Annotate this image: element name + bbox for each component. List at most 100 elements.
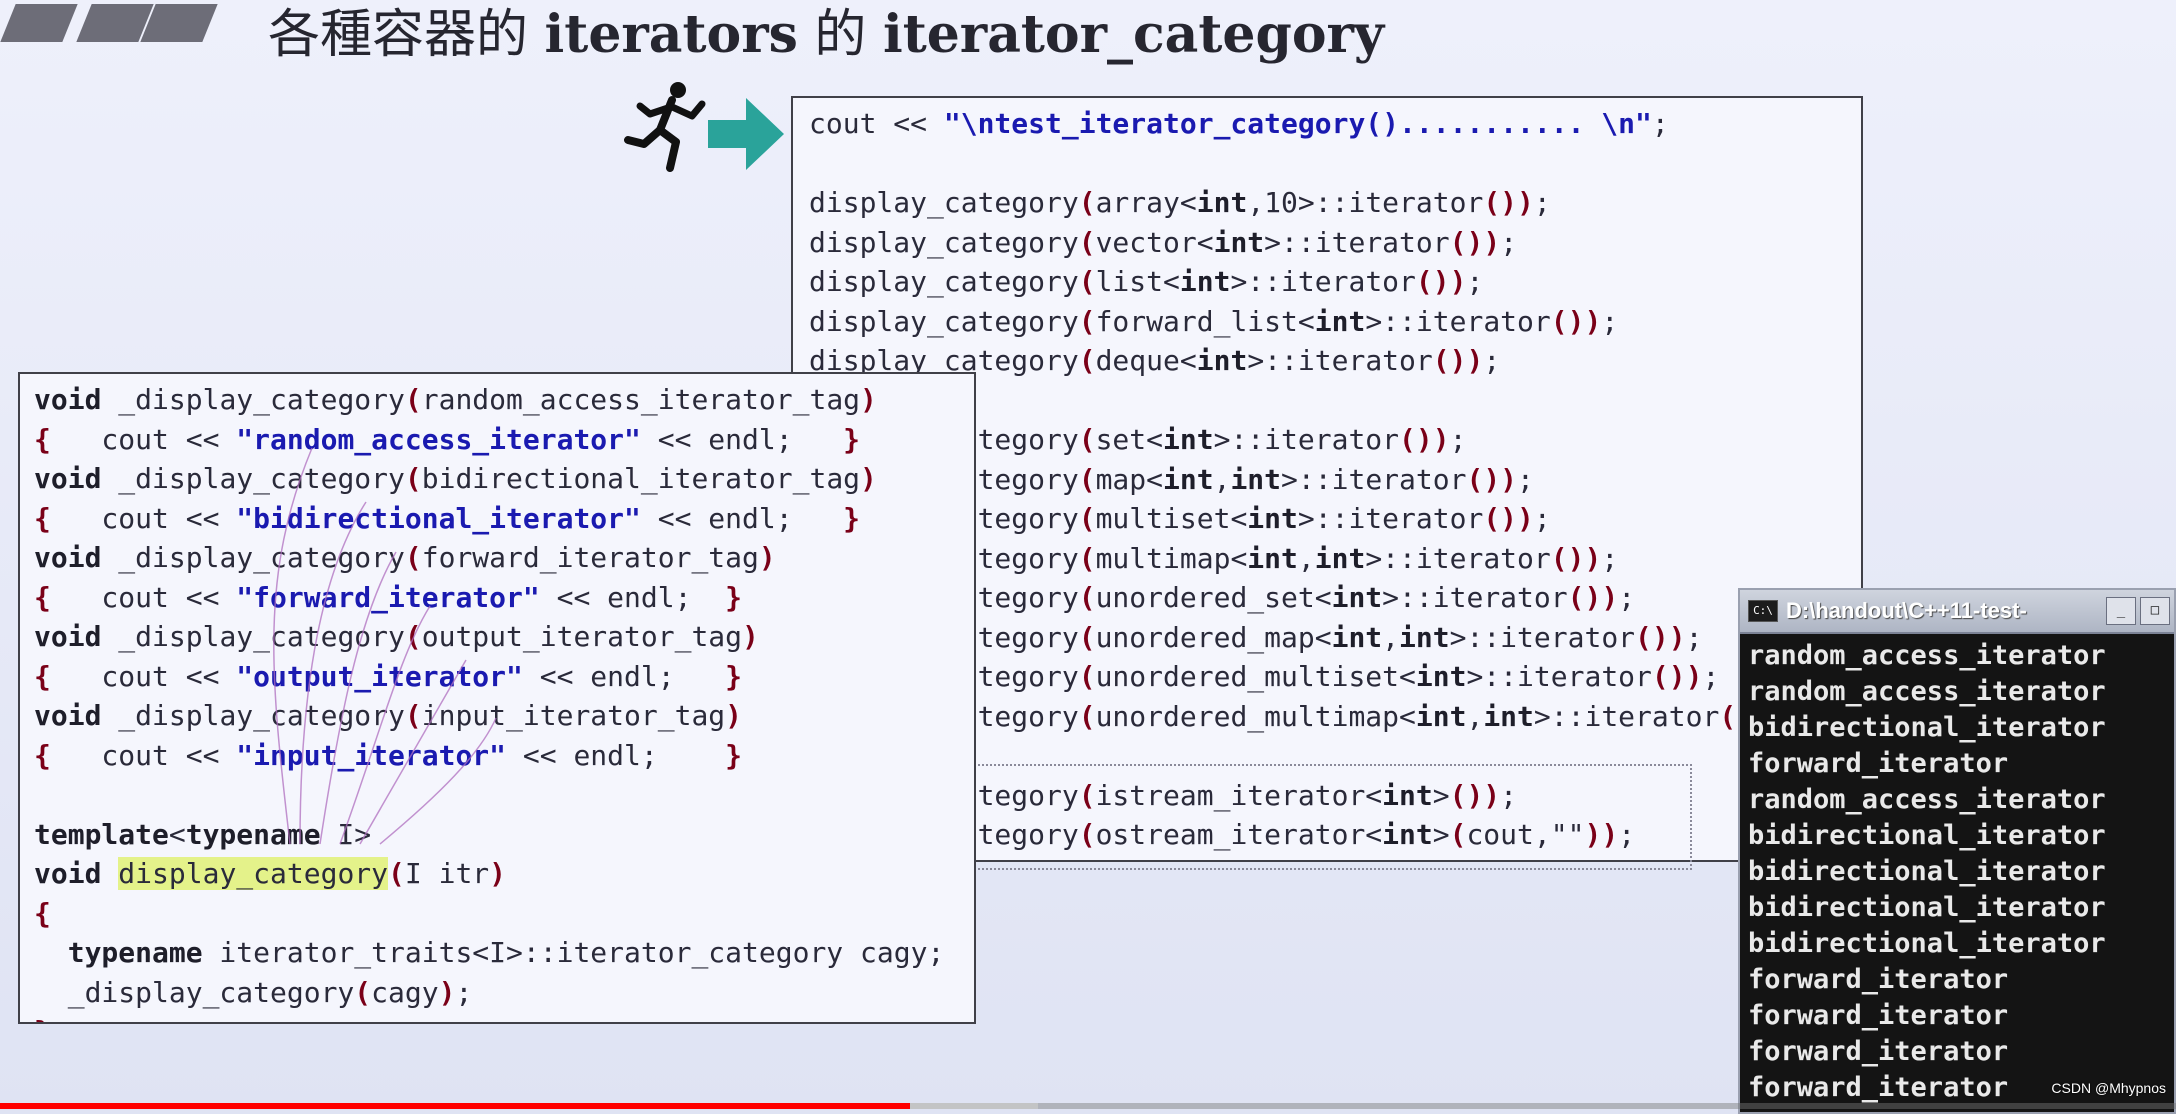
code-token: >::iterator [1382,581,1568,614]
code-token: ; [1685,620,1703,654]
code-token: random_access_iterator_tag [421,383,861,416]
code-token: "\ntest_iterator_category()........... \… [943,107,1652,140]
code-token: ( [1078,778,1096,812]
code-token: "random_access_iterator" [236,422,641,456]
code-token: ()) [1483,186,1534,219]
code-token: _display_category [34,975,355,1009]
code-token: void [34,383,102,416]
code-token: forward_list< [1095,304,1315,338]
code-token: list< [1095,265,1180,298]
code-token: cout << [50,501,237,535]
code-token: _display_category [101,462,405,495]
title-part: iterators [544,4,798,65]
code-token: >::iterator [1466,660,1652,693]
code-token: ( [404,699,422,732]
code-token: << endl; [640,422,844,456]
code-token: ( [1078,620,1096,654]
minimize-button[interactable]: _ [2106,597,2136,625]
code-token: int [1415,699,1467,733]
code-line: void _display_category(input_iterator_ta… [34,696,944,736]
code-token: int [1196,344,1248,377]
code-token: ( [1078,462,1096,496]
code-line: _display_category(cagy); [34,973,944,1013]
code-token: iterator_traits<I>::iterator_category ca… [202,936,945,969]
code-line: display_category(list<int>::iterator()); [809,262,1787,302]
code-line: { cout << "forward_iterator" << endl; } [34,578,944,618]
code-token: deque< [1095,344,1197,377]
code-token: ( [1078,423,1096,456]
code-token: "bidirectional_iterator" [236,501,641,535]
code-line: { [34,894,944,934]
code-token: ( [1078,344,1096,377]
code-line: void _display_category(output_iterator_t… [34,617,944,657]
code-token: ()) [1483,502,1534,535]
code-token: int [1314,304,1366,338]
header-decoration [140,4,218,42]
console-line: forward_iterator [1748,748,2009,779]
code-token: int [1247,541,1298,575]
code-token: ; [1651,107,1669,140]
code-token: int [1196,186,1248,219]
code-token: cout << [50,659,237,693]
code-token: >::iterator [1281,462,1467,496]
code-token: << endl; [522,659,726,693]
code-token: int [1247,502,1298,535]
code-token: >::iterator [1533,699,1720,733]
code-token: unordered_map< [1095,620,1332,654]
code-token: , [1297,541,1315,575]
code-token: cout << [809,107,944,140]
code-token: ; [455,975,473,1009]
code-token: ()) [1567,581,1619,614]
code-token: int [1331,581,1383,614]
console-title: D:\handout\C++11-test- [1786,598,2027,623]
code-token: ( [1078,581,1096,614]
code-token: ; [1533,502,1551,535]
code-token: ( [388,857,405,890]
code-line: display_category(array<int,10>::iterator… [809,183,1787,223]
code-token: int [1163,462,1214,496]
code-token: int [1213,225,1265,259]
code-token: forward_iterator_tag [421,541,759,574]
code-token: ; [1618,818,1636,851]
code-token: >::iterator [1297,502,1484,535]
console-line: forward_iterator [1748,964,2009,995]
code-token: I itr [404,857,490,890]
code-token: ; [1601,304,1619,338]
code-token: < [168,817,186,851]
code-token: ()) [1651,660,1703,693]
header-decoration [0,4,78,42]
code-token: int [1230,462,1282,496]
console-titlebar[interactable]: C:\ D:\handout\C++11-test- _ □ [1740,590,2174,634]
code-token: "output_iterator" [236,659,523,693]
code-token: { [34,659,51,693]
slide-title: 各種容器的 iterators 的 iterator_category [268,0,1384,70]
code-token: set< [1095,423,1164,456]
code-token: } [843,422,861,456]
video-progress-bar[interactable] [0,1103,2176,1109]
code-token: display_category [809,225,1079,259]
code-token: ; [1601,541,1619,575]
code-token: ( [404,541,422,574]
code-token: > [1432,818,1450,851]
code-token: input_iterator_tag [421,699,726,732]
code-token: ; [1533,186,1551,219]
code-token: ; [1702,660,1720,693]
maximize-button[interactable]: □ [2140,597,2170,625]
code-line: void _display_category(random_access_ite… [34,380,944,420]
code-token: istream_iterator< [1095,778,1383,812]
code-token: ()) [1415,265,1467,298]
code-token: multimap< [1095,541,1248,575]
code-token: unordered_set< [1095,581,1332,614]
code-token: unordered_multiset< [1095,660,1416,693]
console-window[interactable]: C:\ D:\handout\C++11-test- _ □ random_ac… [1738,588,2176,1114]
code-token: ()) [1449,778,1501,812]
code-token: >::iterator [1230,265,1416,298]
code-token: int [1163,423,1214,456]
code-token: ( [1078,541,1096,575]
console-app-icon: C:\ [1748,600,1778,622]
code-token: >::iterator [1449,620,1636,654]
console-line: random_access_iterator [1748,640,2106,671]
code-token: , [1382,620,1400,654]
code-token: ( [1078,502,1096,535]
code-token: ( [1078,699,1096,733]
